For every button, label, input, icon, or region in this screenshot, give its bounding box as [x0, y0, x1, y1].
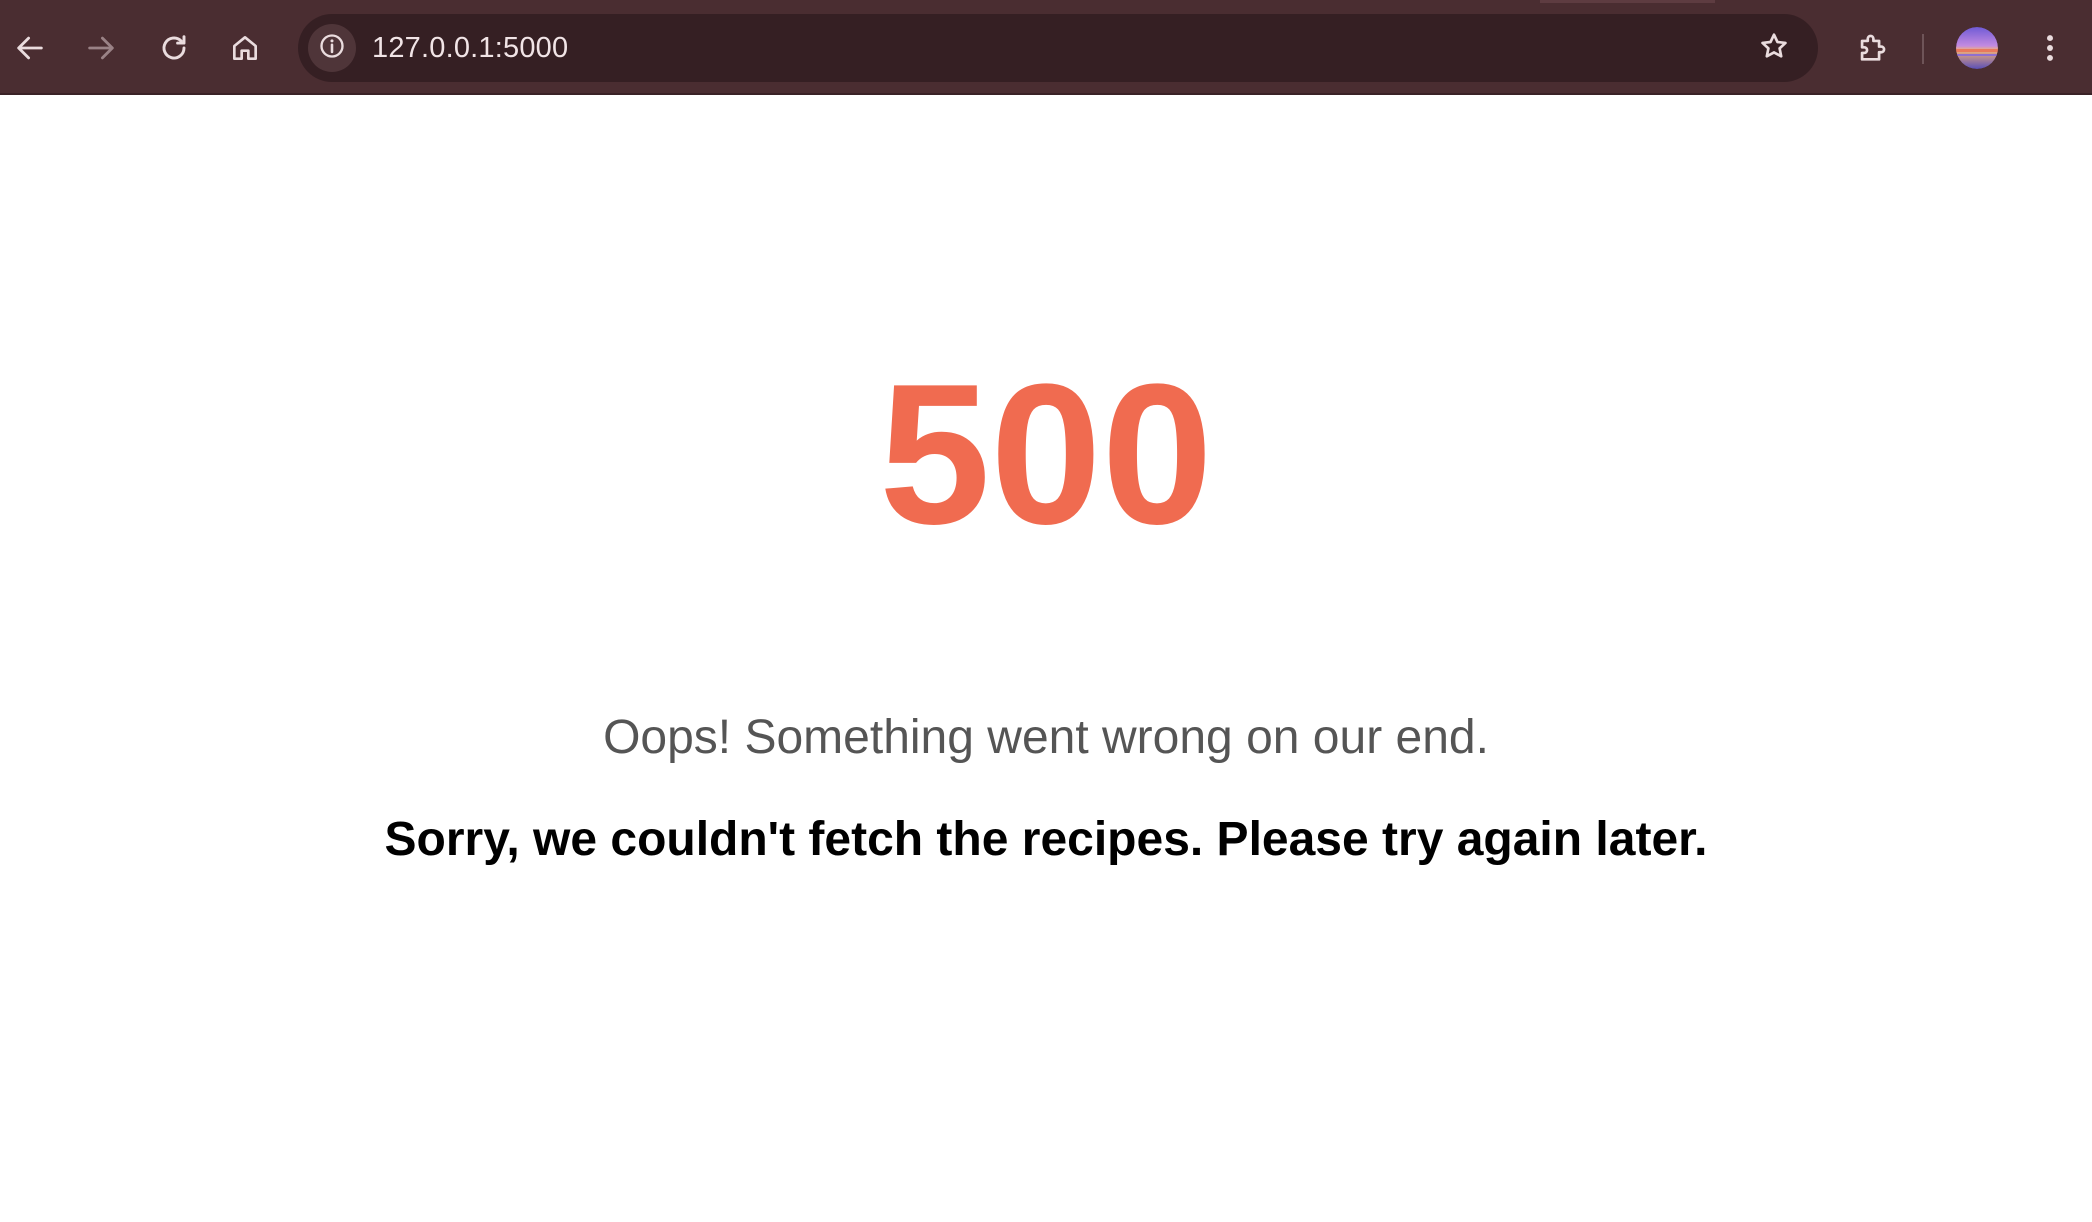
- back-button[interactable]: [2, 20, 58, 76]
- error-message: Oops! Something went wrong on our end.: [603, 711, 1489, 764]
- star-icon: [1758, 30, 1790, 67]
- extensions-button[interactable]: [1844, 20, 1900, 76]
- kebab-menu-icon: [2044, 31, 2056, 65]
- reload-icon: [158, 32, 190, 64]
- home-icon: [229, 32, 261, 64]
- reload-button[interactable]: [146, 20, 202, 76]
- info-icon: [318, 32, 346, 65]
- error-detail: Sorry, we couldn't fetch the recipes. Pl…: [384, 813, 1708, 866]
- address-bar[interactable]: 127.0.0.1:5000: [298, 14, 1818, 82]
- home-button[interactable]: [217, 20, 273, 76]
- puzzle-icon: [1855, 31, 1889, 65]
- browser-menu-button[interactable]: [2022, 20, 2078, 76]
- active-tab-edge: [1540, 0, 1715, 3]
- url-text[interactable]: 127.0.0.1:5000: [372, 14, 568, 82]
- avatar[interactable]: [1956, 27, 1998, 69]
- site-info-button[interactable]: [308, 24, 356, 72]
- arrow-right-icon: [84, 31, 118, 65]
- browser-toolbar: 127.0.0.1:5000: [0, 0, 2092, 95]
- page-content: 500 Oops! Something went wrong on our en…: [0, 95, 2092, 1222]
- bookmark-button[interactable]: [1748, 22, 1800, 74]
- error-code: 500: [879, 343, 1213, 566]
- arrow-left-icon: [13, 31, 47, 65]
- forward-button[interactable]: [73, 20, 129, 76]
- toolbar-divider: [1922, 34, 1924, 64]
